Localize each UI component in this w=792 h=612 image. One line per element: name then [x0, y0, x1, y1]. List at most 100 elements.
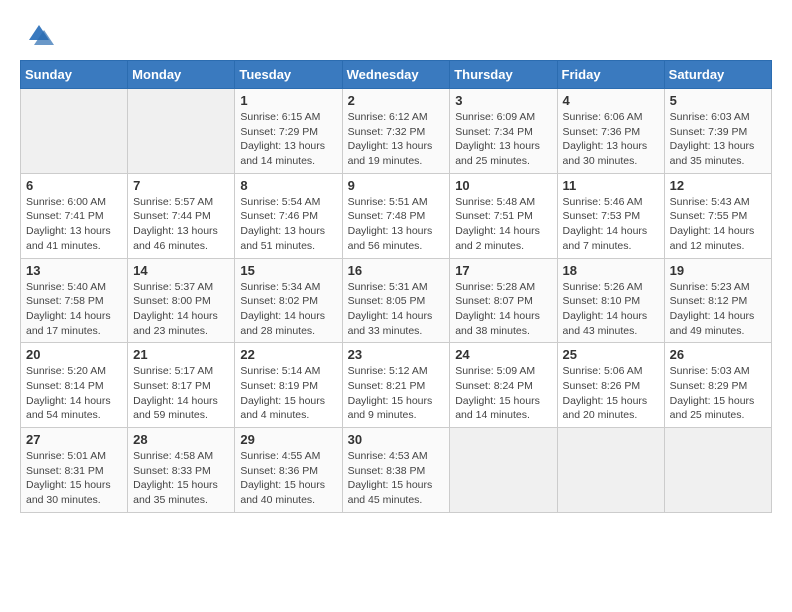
day-number: 1	[240, 93, 336, 108]
day-info: Sunrise: 6:06 AMSunset: 7:36 PMDaylight:…	[563, 110, 659, 169]
day-info: Sunrise: 6:09 AMSunset: 7:34 PMDaylight:…	[455, 110, 551, 169]
day-info: Sunrise: 6:00 AMSunset: 7:41 PMDaylight:…	[26, 195, 122, 254]
calendar-cell: 11Sunrise: 5:46 AMSunset: 7:53 PMDayligh…	[557, 173, 664, 258]
day-number: 24	[455, 347, 551, 362]
calendar-week-row: 20Sunrise: 5:20 AMSunset: 8:14 PMDayligh…	[21, 343, 772, 428]
day-number: 19	[670, 263, 766, 278]
calendar-cell	[664, 428, 771, 513]
calendar-cell: 4 Sunrise: 6:06 AMSunset: 7:36 PMDaylight…	[557, 89, 664, 174]
day-info: Sunrise: 5:26 AMSunset: 8:10 PMDaylight:…	[563, 280, 659, 339]
calendar-cell: 27 Sunrise: 5:01 AMSunset: 8:31 PMDayligh…	[21, 428, 128, 513]
logo	[20, 20, 54, 50]
day-info: Sunrise: 5:20 AMSunset: 8:14 PMDaylight:…	[26, 364, 122, 423]
calendar-week-row: 13Sunrise: 5:40 AMSunset: 7:58 PMDayligh…	[21, 258, 772, 343]
calendar-cell: 17 Sunrise: 5:28 AMSunset: 8:07 PMDayligh…	[450, 258, 557, 343]
day-info: Sunrise: 5:48 AMSunset: 7:51 PMDaylight:…	[455, 195, 551, 254]
calendar-cell: 6 Sunrise: 6:00 AMSunset: 7:41 PMDaylight…	[21, 173, 128, 258]
calendar-cell	[450, 428, 557, 513]
calendar-cell: 20Sunrise: 5:20 AMSunset: 8:14 PMDayligh…	[21, 343, 128, 428]
calendar-cell: 12 Sunrise: 5:43 AMSunset: 7:55 PMDayligh…	[664, 173, 771, 258]
day-info: Sunrise: 5:12 AMSunset: 8:21 PMDaylight:…	[348, 364, 445, 423]
day-number: 8	[240, 178, 336, 193]
day-number: 7	[133, 178, 229, 193]
day-number: 28	[133, 432, 229, 447]
day-info: Sunrise: 5:37 AMSunset: 8:00 PMDaylight:…	[133, 280, 229, 339]
calendar-week-row: 27 Sunrise: 5:01 AMSunset: 8:31 PMDayligh…	[21, 428, 772, 513]
calendar-cell: 14 Sunrise: 5:37 AMSunset: 8:00 PMDayligh…	[128, 258, 235, 343]
calendar-cell: 22 Sunrise: 5:14 AMSunset: 8:19 PMDayligh…	[235, 343, 342, 428]
calendar-cell	[21, 89, 128, 174]
calendar-cell: 1 Sunrise: 6:15 AMSunset: 7:29 PMDaylight…	[235, 89, 342, 174]
day-info: Sunrise: 5:01 AMSunset: 8:31 PMDaylight:…	[26, 449, 122, 508]
day-info: Sunrise: 6:12 AMSunset: 7:32 PMDaylight:…	[348, 110, 445, 169]
calendar-week-row: 6 Sunrise: 6:00 AMSunset: 7:41 PMDaylight…	[21, 173, 772, 258]
calendar-header-monday: Monday	[128, 61, 235, 89]
day-number: 4	[563, 93, 659, 108]
day-info: Sunrise: 5:06 AMSunset: 8:26 PMDaylight:…	[563, 364, 659, 423]
logo-icon	[24, 20, 54, 50]
day-number: 23	[348, 347, 445, 362]
day-info: Sunrise: 5:17 AMSunset: 8:17 PMDaylight:…	[133, 364, 229, 423]
calendar-header-sunday: Sunday	[21, 61, 128, 89]
page-header	[20, 20, 772, 50]
day-number: 5	[670, 93, 766, 108]
calendar-cell: 2 Sunrise: 6:12 AMSunset: 7:32 PMDaylight…	[342, 89, 450, 174]
day-info: Sunrise: 5:14 AMSunset: 8:19 PMDaylight:…	[240, 364, 336, 423]
day-number: 9	[348, 178, 445, 193]
calendar-cell: 8 Sunrise: 5:54 AMSunset: 7:46 PMDaylight…	[235, 173, 342, 258]
calendar-cell: 30 Sunrise: 4:53 AMSunset: 8:38 PMDayligh…	[342, 428, 450, 513]
calendar-header-friday: Friday	[557, 61, 664, 89]
day-number: 16	[348, 263, 445, 278]
day-number: 22	[240, 347, 336, 362]
calendar-cell: 18 Sunrise: 5:26 AMSunset: 8:10 PMDayligh…	[557, 258, 664, 343]
day-info: Sunrise: 5:54 AMSunset: 7:46 PMDaylight:…	[240, 195, 336, 254]
day-info: Sunrise: 4:58 AMSunset: 8:33 PMDaylight:…	[133, 449, 229, 508]
calendar-cell: 25Sunrise: 5:06 AMSunset: 8:26 PMDayligh…	[557, 343, 664, 428]
calendar-cell: 7 Sunrise: 5:57 AMSunset: 7:44 PMDaylight…	[128, 173, 235, 258]
day-info: Sunrise: 5:23 AMSunset: 8:12 PMDaylight:…	[670, 280, 766, 339]
calendar-cell: 21 Sunrise: 5:17 AMSunset: 8:17 PMDayligh…	[128, 343, 235, 428]
day-number: 14	[133, 263, 229, 278]
day-number: 27	[26, 432, 122, 447]
day-number: 10	[455, 178, 551, 193]
calendar-cell: 16Sunrise: 5:31 AMSunset: 8:05 PMDayligh…	[342, 258, 450, 343]
day-number: 12	[670, 178, 766, 193]
day-number: 26	[670, 347, 766, 362]
calendar-cell: 3 Sunrise: 6:09 AMSunset: 7:34 PMDaylight…	[450, 89, 557, 174]
day-info: Sunrise: 5:51 AMSunset: 7:48 PMDaylight:…	[348, 195, 445, 254]
calendar-header-wednesday: Wednesday	[342, 61, 450, 89]
day-number: 15	[240, 263, 336, 278]
day-number: 21	[133, 347, 229, 362]
day-info: Sunrise: 5:40 AMSunset: 7:58 PMDaylight:…	[26, 280, 122, 339]
calendar-cell: 10 Sunrise: 5:48 AMSunset: 7:51 PMDayligh…	[450, 173, 557, 258]
day-info: Sunrise: 6:03 AMSunset: 7:39 PMDaylight:…	[670, 110, 766, 169]
day-info: Sunrise: 5:46 AMSunset: 7:53 PMDaylight:…	[563, 195, 659, 254]
day-info: Sunrise: 4:53 AMSunset: 8:38 PMDaylight:…	[348, 449, 445, 508]
calendar-cell: 29 Sunrise: 4:55 AMSunset: 8:36 PMDayligh…	[235, 428, 342, 513]
day-number: 30	[348, 432, 445, 447]
calendar-cell: 24Sunrise: 5:09 AMSunset: 8:24 PMDayligh…	[450, 343, 557, 428]
day-number: 2	[348, 93, 445, 108]
day-info: Sunrise: 5:43 AMSunset: 7:55 PMDaylight:…	[670, 195, 766, 254]
calendar-cell: 13Sunrise: 5:40 AMSunset: 7:58 PMDayligh…	[21, 258, 128, 343]
day-info: Sunrise: 5:28 AMSunset: 8:07 PMDaylight:…	[455, 280, 551, 339]
calendar-cell	[128, 89, 235, 174]
calendar-cell: 9 Sunrise: 5:51 AMSunset: 7:48 PMDaylight…	[342, 173, 450, 258]
day-number: 17	[455, 263, 551, 278]
calendar-cell	[557, 428, 664, 513]
day-number: 29	[240, 432, 336, 447]
calendar-cell: 5 Sunrise: 6:03 AMSunset: 7:39 PMDaylight…	[664, 89, 771, 174]
day-number: 18	[563, 263, 659, 278]
calendar-cell: 23 Sunrise: 5:12 AMSunset: 8:21 PMDayligh…	[342, 343, 450, 428]
calendar-week-row: 1 Sunrise: 6:15 AMSunset: 7:29 PMDaylight…	[21, 89, 772, 174]
calendar-cell: 19 Sunrise: 5:23 AMSunset: 8:12 PMDayligh…	[664, 258, 771, 343]
calendar-table: SundayMondayTuesdayWednesdayThursdayFrid…	[20, 60, 772, 513]
calendar-cell: 28 Sunrise: 4:58 AMSunset: 8:33 PMDayligh…	[128, 428, 235, 513]
calendar-cell: 15Sunrise: 5:34 AMSunset: 8:02 PMDayligh…	[235, 258, 342, 343]
calendar-header-saturday: Saturday	[664, 61, 771, 89]
day-info: Sunrise: 6:15 AMSunset: 7:29 PMDaylight:…	[240, 110, 336, 169]
day-info: Sunrise: 5:57 AMSunset: 7:44 PMDaylight:…	[133, 195, 229, 254]
day-number: 6	[26, 178, 122, 193]
day-number: 3	[455, 93, 551, 108]
day-info: Sunrise: 4:55 AMSunset: 8:36 PMDaylight:…	[240, 449, 336, 508]
